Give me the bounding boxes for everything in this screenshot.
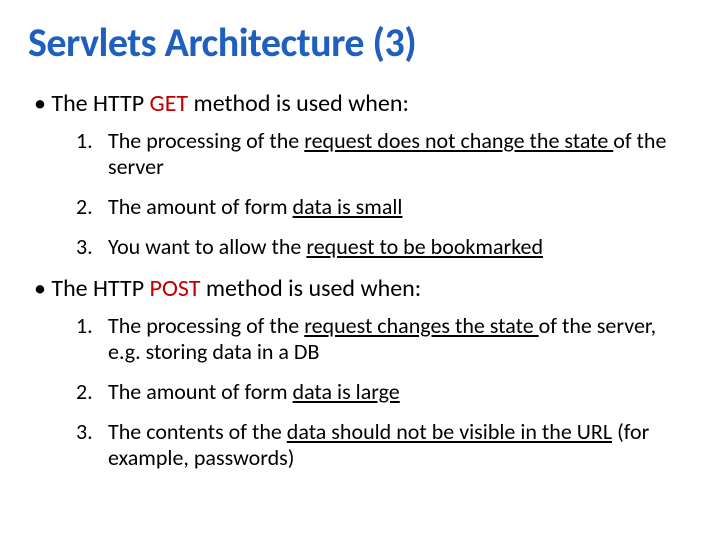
- list-text-a: The processing of the: [108, 312, 304, 339]
- list-text-a: The amount of form: [108, 378, 293, 405]
- list-text-u: request to be bookmarked: [306, 233, 543, 260]
- list-item: 1. The processing of the request does no…: [76, 128, 692, 180]
- list-item: 1. The processing of the request changes…: [76, 313, 692, 365]
- list-text-u: request does not change the state: [304, 127, 613, 154]
- bullet-post-pre: • The HTTP: [34, 274, 150, 303]
- list-text-a: The amount of form: [108, 193, 293, 220]
- list-num: 2.: [76, 194, 93, 220]
- list-num: 3.: [76, 419, 93, 445]
- list-get: 1. The processing of the request does no…: [76, 128, 692, 260]
- list-text-a: The contents of the: [108, 418, 287, 445]
- list-text-a: The processing of the: [108, 127, 304, 154]
- list-item: 3. You want to allow the request to be b…: [76, 234, 692, 260]
- list-text-a: You want to allow the: [108, 233, 306, 260]
- list-num: 2.: [76, 379, 93, 405]
- list-item: 2. The amount of form data is small: [76, 194, 692, 220]
- bullet-get: • The HTTP GET method is used when:: [34, 89, 692, 118]
- list-text-u: data is small: [293, 193, 403, 220]
- list-text-u: request changes the state: [304, 312, 538, 339]
- list-post: 1. The processing of the request changes…: [76, 313, 692, 471]
- list-text-u: data is large: [293, 378, 400, 405]
- bullet-get-emph: GET: [150, 89, 189, 118]
- list-item: 3. The contents of the data should not b…: [76, 419, 692, 471]
- list-num: 3.: [76, 234, 93, 260]
- bullet-post: • The HTTP POST method is used when:: [34, 274, 692, 303]
- bullet-post-post: method is used when:: [200, 274, 421, 303]
- bullet-get-post: method is used when:: [188, 89, 409, 118]
- list-text-u: data should not be visible in the URL: [287, 418, 612, 445]
- bullet-get-pre: • The HTTP: [34, 89, 150, 118]
- list-num: 1.: [76, 313, 93, 339]
- slide-title: Servlets Architecture (3): [28, 18, 692, 67]
- bullet-post-emph: POST: [150, 274, 201, 303]
- list-num: 1.: [76, 128, 93, 154]
- list-item: 2. The amount of form data is large: [76, 379, 692, 405]
